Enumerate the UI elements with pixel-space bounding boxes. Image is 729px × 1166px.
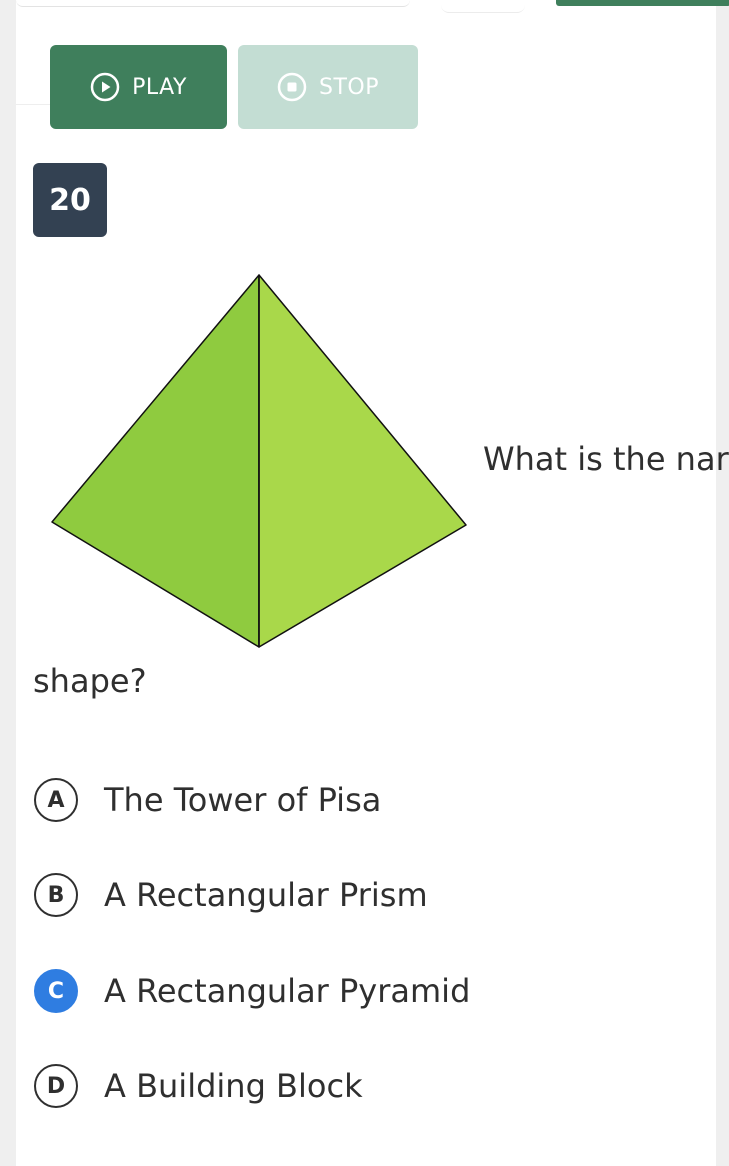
top-panel-edge bbox=[16, 0, 410, 7]
option-b-label: A Rectangular Prism bbox=[104, 876, 428, 914]
pyramid-left-face bbox=[51, 274, 260, 648]
option-b-letter: B bbox=[34, 873, 78, 917]
pyramid-right-face bbox=[258, 274, 467, 648]
top-progress-edge bbox=[556, 0, 729, 6]
option-d-label: A Building Block bbox=[104, 1067, 363, 1105]
option-b[interactable]: B A Rectangular Prism bbox=[34, 873, 428, 917]
option-d-letter: D bbox=[34, 1064, 78, 1108]
play-label: PLAY bbox=[132, 74, 187, 100]
option-c[interactable]: C A Rectangular Pyramid bbox=[34, 969, 470, 1013]
option-c-label: A Rectangular Pyramid bbox=[104, 972, 471, 1010]
stop-label: STOP bbox=[319, 74, 379, 100]
pyramid-image bbox=[51, 274, 467, 648]
play-circle-icon bbox=[90, 72, 120, 102]
option-d[interactable]: D A Building Block bbox=[34, 1064, 363, 1108]
stop-circle-icon bbox=[277, 72, 307, 102]
option-a-letter: A bbox=[34, 778, 78, 822]
option-a-label: The Tower of Pisa bbox=[104, 781, 382, 819]
top-tab-edge bbox=[441, 0, 525, 13]
question-number: 20 bbox=[33, 163, 107, 237]
question-text-line-2: shape? bbox=[33, 662, 147, 700]
option-c-letter: C bbox=[34, 969, 78, 1013]
play-button[interactable]: PLAY bbox=[50, 45, 227, 129]
question-text-line-1: What is the nar bbox=[483, 440, 729, 478]
option-a[interactable]: A The Tower of Pisa bbox=[34, 778, 381, 822]
stop-button[interactable]: STOP bbox=[238, 45, 418, 129]
